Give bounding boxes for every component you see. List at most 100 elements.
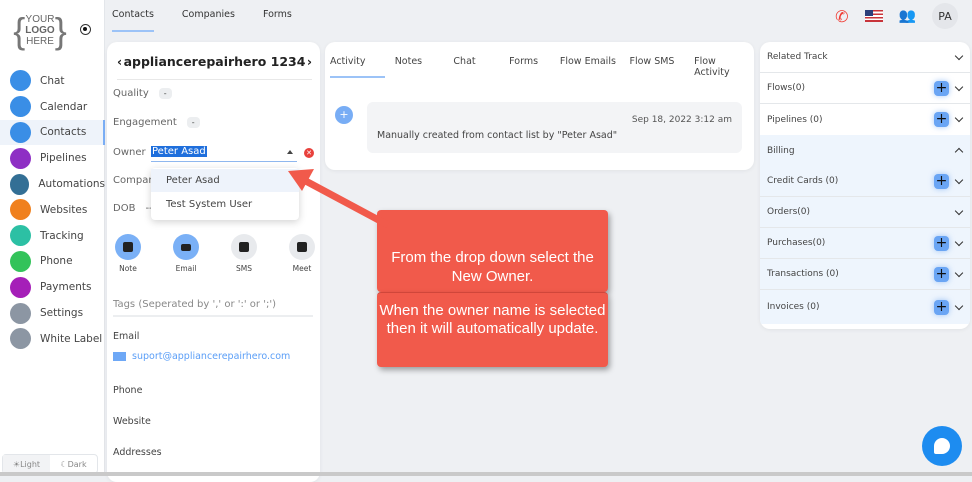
chat-widget-button[interactable]	[922, 426, 962, 466]
meet-button[interactable]: Meet	[289, 234, 315, 273]
billing-header[interactable]: Billing	[760, 135, 970, 166]
dollar-icon	[10, 147, 31, 169]
us-flag-icon[interactable]	[864, 10, 883, 22]
top-right-toolbar: ✆ 👥 PA	[835, 3, 958, 29]
sidebar-item-label: Settings	[40, 307, 84, 320]
quality-value[interactable]: -	[158, 88, 172, 99]
calendar-icon	[297, 242, 307, 252]
sms-button[interactable]: SMS	[231, 234, 257, 273]
email-button[interactable]: Email	[173, 234, 199, 273]
add-invoice-button[interactable]: +	[934, 299, 949, 315]
invoices-row[interactable]: Invoices (0) +	[760, 290, 970, 324]
sidebar-item-chat[interactable]: Chat	[0, 68, 105, 94]
contact-name: appliancerepairhero 1234	[123, 54, 306, 69]
chevron-up-icon[interactable]	[954, 147, 964, 157]
purchases-row[interactable]: Purchases(0) +	[760, 228, 970, 259]
sidebar-item-label: Automations	[38, 178, 105, 191]
gear-icon	[10, 302, 31, 324]
contact-actions: Note Email SMS Meet	[115, 234, 315, 273]
owner-option[interactable]: Peter Asad	[151, 169, 299, 192]
sidebar-item-phone[interactable]: Phone	[0, 249, 105, 275]
contact-header: ‹ appliancerepairhero 1234 ›	[117, 54, 312, 80]
sidebar-item-contacts[interactable]: Contacts	[0, 119, 105, 146]
chevron-down-icon[interactable]	[954, 51, 964, 60]
chevron-down-icon[interactable]	[954, 113, 964, 123]
envelope-icon	[113, 352, 126, 361]
tab-contacts[interactable]: Contacts	[112, 0, 154, 32]
engagement-value[interactable]: -	[186, 117, 200, 128]
sidebar-item-label: White Label	[40, 332, 103, 345]
tab-companies[interactable]: Companies	[182, 0, 235, 32]
tab-activity[interactable]: Activity	[330, 56, 385, 78]
bottom-scrollbar[interactable]	[0, 472, 972, 476]
tab-flow-activity[interactable]: Flow Activity	[694, 56, 754, 78]
flows-row[interactable]: Flows(0) +	[760, 73, 970, 104]
chevron-down-icon[interactable]	[954, 237, 964, 246]
phone-icon[interactable]: ✆	[835, 7, 848, 26]
sidebar-item-automations[interactable]: Automations	[0, 171, 105, 197]
tags-input[interactable]: Tags (Seperated by ',' or ':' or ';')	[113, 299, 313, 317]
transactions-row[interactable]: Transactions (0) +	[760, 259, 970, 290]
logo[interactable]: {YOUR LOGO HERE}	[12, 8, 68, 52]
email-link[interactable]: suport@appliancerepairhero.com	[113, 351, 290, 362]
palette-icon	[10, 328, 31, 350]
chevron-down-icon[interactable]	[954, 268, 964, 277]
owner-option[interactable]: Test System User	[151, 193, 299, 216]
globe-icon	[10, 199, 31, 221]
activity-panel: Activity Notes Chat Forms Flow Emails Fl…	[325, 42, 754, 170]
chart-icon	[10, 225, 31, 247]
sidebar-item-websites[interactable]: Websites	[0, 197, 105, 223]
theme-toggle[interactable]: ☀ Light ☾ Dark	[2, 454, 98, 474]
prev-contact-button[interactable]: ‹	[117, 54, 122, 69]
sidebar-item-tracking[interactable]: Tracking	[0, 223, 105, 249]
callout-note: When the owner name is selected then it …	[377, 292, 608, 367]
orders-row[interactable]: Orders(0)	[760, 197, 970, 228]
chevron-down-icon[interactable]	[954, 175, 964, 184]
chevron-down-icon[interactable]	[954, 301, 964, 310]
sidebar-item-calendar[interactable]: Calendar	[0, 94, 105, 120]
radio-toggle[interactable]	[80, 24, 91, 35]
calendar-icon	[10, 96, 31, 118]
add-pipeline-button[interactable]: +	[934, 112, 949, 127]
activity-entry: Sep 18, 2022 3:12 am Manually created fr…	[367, 102, 742, 153]
sidebar-item-label: Websites	[40, 203, 88, 216]
chat-icon	[10, 70, 31, 92]
next-contact-button[interactable]: ›	[307, 54, 312, 69]
tab-flow-emails[interactable]: Flow Emails	[555, 56, 629, 78]
contact-panel: ‹ appliancerepairhero 1234 › Quality - En…	[107, 42, 320, 482]
caret-up-icon[interactable]	[287, 150, 293, 154]
tab-notes[interactable]: Notes	[385, 56, 442, 78]
email-icon	[181, 243, 191, 251]
add-transaction-button[interactable]: +	[934, 266, 949, 282]
callout-arrow	[288, 169, 390, 229]
related-track-header[interactable]: Related Track	[760, 42, 970, 73]
addresses-label: Addresses	[113, 447, 162, 458]
dark-theme-button[interactable]: ☾ Dark	[50, 455, 97, 473]
sidebar-item-payments[interactable]: Payments	[0, 274, 105, 300]
note-button[interactable]: Note	[115, 234, 141, 273]
chevron-down-icon[interactable]	[954, 206, 964, 215]
credit-cards-row[interactable]: Credit Cards (0) +	[760, 166, 970, 197]
add-purchase-button[interactable]: +	[934, 235, 949, 251]
tab-forms[interactable]: Forms	[263, 0, 292, 32]
pipelines-row[interactable]: Pipelines (0) +	[760, 104, 970, 135]
chevron-down-icon[interactable]	[954, 82, 964, 91]
add-credit-card-button[interactable]: +	[934, 173, 949, 189]
tab-chat[interactable]: Chat	[441, 56, 498, 78]
sidebar-item-pipelines[interactable]: Pipelines	[0, 145, 105, 171]
tab-forms[interactable]: Forms	[498, 56, 555, 78]
users-icon[interactable]: 👥	[899, 8, 916, 24]
engagement-label: Engagement	[113, 117, 177, 128]
sidebar-item-settings[interactable]: Settings	[0, 300, 105, 326]
owner-select[interactable]: Peter Asad	[151, 146, 297, 162]
add-flow-button[interactable]: +	[934, 80, 949, 96]
tab-flow-sms[interactable]: Flow SMS	[629, 56, 695, 78]
avatar[interactable]: PA	[932, 3, 958, 29]
sidebar-item-label: Phone	[40, 255, 73, 268]
website-label: Website	[113, 416, 151, 427]
add-activity-icon[interactable]: +	[335, 106, 353, 124]
contacts-icon	[10, 121, 31, 143]
sidebar-item-white-label[interactable]: White Label	[0, 326, 105, 352]
light-theme-button[interactable]: ☀ Light	[3, 455, 50, 473]
clear-owner-icon[interactable]: ✕	[304, 148, 314, 158]
